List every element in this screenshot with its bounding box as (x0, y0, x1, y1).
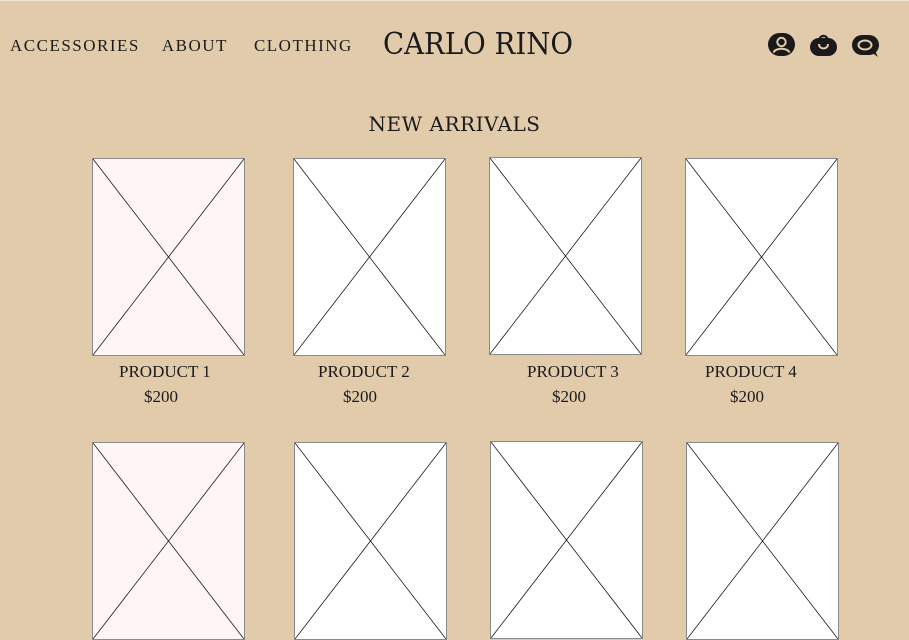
nav-about[interactable]: ABOUT (162, 36, 228, 56)
product-4-price: $200 (730, 387, 764, 406)
product-1-image[interactable] (92, 158, 245, 356)
product-3-price: $200 (552, 387, 586, 406)
account-icon[interactable] (767, 32, 796, 58)
section-title-new-arrivals: NEW ARRIVALS (368, 112, 541, 136)
header-icons (767, 32, 880, 58)
product-5-image[interactable] (92, 442, 245, 640)
product-2-image[interactable] (293, 158, 446, 356)
product-4-name[interactable]: PRODUCT 4 (705, 362, 797, 382)
product-2-price: $200 (343, 387, 377, 406)
product-3-name[interactable]: PRODUCT 3 (527, 362, 619, 382)
product-2-name[interactable]: PRODUCT 2 (318, 362, 410, 382)
product-7-image[interactable] (490, 441, 643, 639)
nav-accessories[interactable]: ACCESSORIES (10, 36, 140, 56)
product-4-image[interactable] (685, 158, 838, 356)
shopping-bag-icon[interactable] (809, 32, 838, 58)
product-8-image[interactable] (686, 442, 839, 640)
nav-clothing[interactable]: CLOTHING (254, 36, 353, 56)
chat-icon[interactable] (851, 32, 880, 58)
product-1-price: $200 (144, 387, 178, 406)
product-3-image[interactable] (489, 157, 642, 355)
main-nav: ACCESSORIES ABOUT CLOTHING (10, 36, 353, 56)
product-1-name[interactable]: PRODUCT 1 (119, 362, 211, 382)
brand-logo[interactable]: CARLO RINO (383, 28, 573, 62)
product-6-image[interactable] (294, 442, 447, 640)
top-divider (0, 0, 909, 1)
